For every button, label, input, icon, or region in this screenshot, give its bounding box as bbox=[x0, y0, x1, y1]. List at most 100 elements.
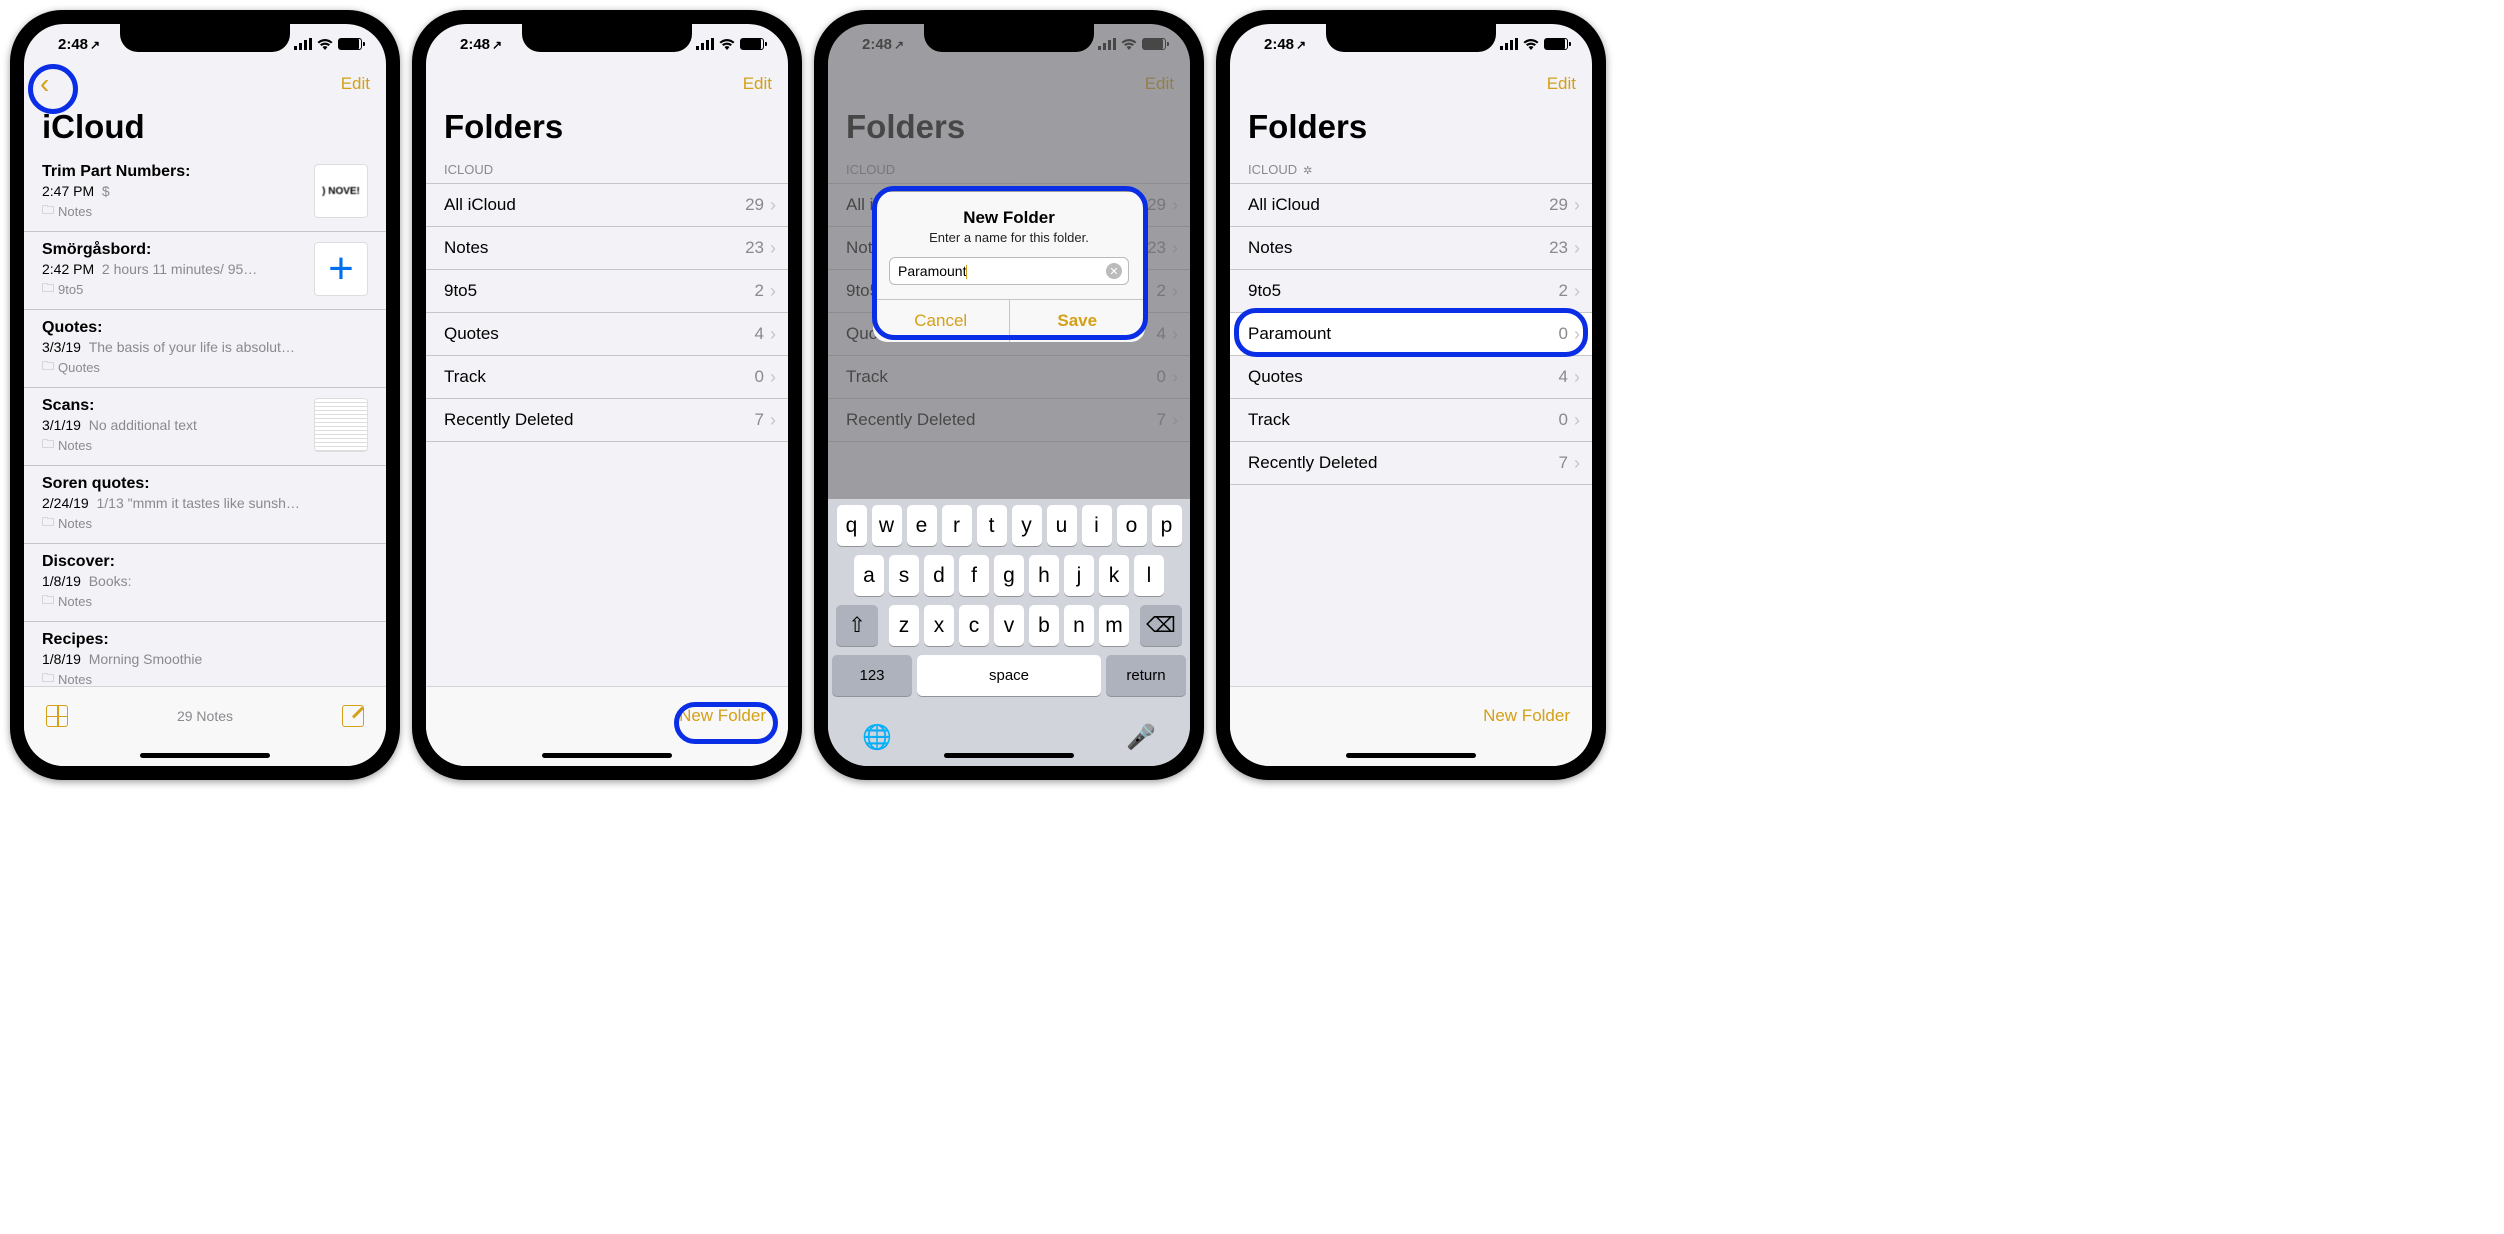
key-k[interactable]: k bbox=[1099, 555, 1129, 596]
folder-icon bbox=[42, 435, 54, 456]
note-row[interactable]: Scans:3/1/19 No additional text Notes bbox=[24, 387, 386, 465]
note-title: Discover: bbox=[42, 553, 368, 571]
note-row[interactable]: Discover:1/8/19 Books: Notes bbox=[24, 543, 386, 621]
folder-count: 2 bbox=[1559, 281, 1568, 301]
return-key[interactable]: return bbox=[1106, 655, 1186, 696]
key-r[interactable]: r bbox=[942, 505, 972, 546]
edit-button[interactable]: Edit bbox=[1547, 74, 1576, 94]
new-folder-button[interactable]: New Folder bbox=[1483, 706, 1570, 726]
key-s[interactable]: s bbox=[889, 555, 919, 596]
page-title: Folders bbox=[1230, 104, 1592, 154]
key-c[interactable]: c bbox=[959, 605, 989, 646]
alert-title: New Folder bbox=[873, 192, 1145, 230]
chevron-right-icon: › bbox=[770, 196, 776, 214]
key-j[interactable]: j bbox=[1064, 555, 1094, 596]
folder-row[interactable]: 9to52› bbox=[426, 269, 788, 312]
folder-row[interactable]: Track0› bbox=[1230, 398, 1592, 441]
key-h[interactable]: h bbox=[1029, 555, 1059, 596]
cancel-button[interactable]: Cancel bbox=[873, 300, 1010, 342]
key-i[interactable]: i bbox=[1082, 505, 1112, 546]
phone-2: 2:48 Edit Folders ICLOUD All iCloud29›No… bbox=[412, 10, 802, 780]
new-folder-button[interactable]: New Folder bbox=[679, 706, 766, 726]
compose-icon[interactable] bbox=[342, 705, 364, 727]
note-folder-label: Quotes bbox=[42, 357, 368, 378]
numbers-key[interactable]: 123 bbox=[832, 655, 912, 696]
back-button[interactable]: ‹ bbox=[34, 70, 55, 98]
folder-name: 9to5 bbox=[444, 281, 755, 301]
folder-row[interactable]: Quotes4› bbox=[426, 312, 788, 355]
key-n[interactable]: n bbox=[1064, 605, 1094, 646]
key-b[interactable]: b bbox=[1029, 605, 1059, 646]
edit-button[interactable]: Edit bbox=[743, 74, 772, 94]
folder-row[interactable]: All iCloud29 › bbox=[426, 183, 788, 226]
alert-message: Enter a name for this folder. bbox=[873, 230, 1145, 257]
folder-name: Paramount bbox=[1248, 324, 1559, 344]
folders-list: All iCloud29›Notes23›9to52›Paramount0›Qu… bbox=[1230, 183, 1592, 485]
key-g[interactable]: g bbox=[994, 555, 1024, 596]
folder-row[interactable]: Track0› bbox=[426, 355, 788, 398]
clear-input-icon[interactable]: ✕ bbox=[1106, 263, 1122, 279]
key-f[interactable]: f bbox=[959, 555, 989, 596]
note-row[interactable]: Soren quotes:2/24/19 1/13 "mmm it tastes… bbox=[24, 465, 386, 543]
note-folder-label: Notes bbox=[42, 591, 368, 612]
folder-row[interactable]: Recently Deleted7› bbox=[426, 398, 788, 442]
folder-row[interactable]: Notes23› bbox=[1230, 226, 1592, 269]
key-t[interactable]: t bbox=[977, 505, 1007, 546]
key-d[interactable]: d bbox=[924, 555, 954, 596]
key-q[interactable]: q bbox=[837, 505, 867, 546]
edit-button[interactable]: Edit bbox=[341, 74, 370, 94]
folder-count: 29 bbox=[745, 195, 764, 215]
home-indicator[interactable] bbox=[944, 753, 1074, 758]
note-title: Recipes: bbox=[42, 631, 368, 649]
home-indicator[interactable] bbox=[542, 753, 672, 758]
mic-icon[interactable]: 🎤 bbox=[1126, 723, 1156, 752]
folder-count: 4 bbox=[1559, 367, 1568, 387]
key-e[interactable]: e bbox=[907, 505, 937, 546]
phone-3: 2:48 Edit Folders ICLOUD All iCloud29›No… bbox=[814, 10, 1204, 780]
folder-row[interactable]: Quotes4 › bbox=[1230, 355, 1592, 398]
globe-icon[interactable]: 🌐 bbox=[862, 723, 892, 752]
folder-row[interactable]: Notes23› bbox=[426, 226, 788, 269]
gallery-view-icon[interactable] bbox=[46, 705, 68, 727]
folder-row[interactable]: All iCloud29› bbox=[1230, 183, 1592, 226]
home-indicator[interactable] bbox=[1346, 753, 1476, 758]
key-v[interactable]: v bbox=[994, 605, 1024, 646]
key-m[interactable]: m bbox=[1099, 605, 1129, 646]
shift-key[interactable]: ⇧ bbox=[836, 605, 878, 646]
folder-icon bbox=[42, 201, 54, 222]
keyboard[interactable]: qwertyuiop asdfghjkl ⇧ zxcvbnm ⌫ 123 spa… bbox=[828, 499, 1190, 766]
note-row[interactable]: Smörgåsbord:2:42 PM 2 hours 11 minutes/ … bbox=[24, 231, 386, 309]
section-header: ICLOUD bbox=[426, 154, 788, 183]
key-o[interactable]: o bbox=[1117, 505, 1147, 546]
backspace-key[interactable]: ⌫ bbox=[1140, 605, 1182, 646]
key-w[interactable]: w bbox=[872, 505, 902, 546]
folder-name-input[interactable]: Paramount ✕ bbox=[889, 257, 1129, 285]
note-row[interactable]: Trim Part Numbers:2:47 PM $ Notes) NOVE! bbox=[24, 154, 386, 231]
save-button[interactable]: Save bbox=[1010, 300, 1146, 342]
key-z[interactable]: z bbox=[889, 605, 919, 646]
key-a[interactable]: a bbox=[854, 555, 884, 596]
signal-icon bbox=[1500, 38, 1518, 50]
note-row[interactable]: Quotes:3/3/19 The basis of your life is … bbox=[24, 309, 386, 387]
wifi-icon bbox=[317, 38, 333, 50]
chevron-right-icon: › bbox=[1574, 368, 1580, 386]
note-subtitle: 3/1/19 No additional text bbox=[42, 417, 302, 433]
folder-name: Quotes bbox=[1248, 367, 1559, 387]
folder-name: Quotes bbox=[444, 324, 755, 344]
home-indicator[interactable] bbox=[140, 753, 270, 758]
space-key[interactable]: space bbox=[917, 655, 1101, 696]
folder-name: All iCloud bbox=[444, 195, 745, 215]
folder-row[interactable]: Recently Deleted7› bbox=[1230, 441, 1592, 485]
text-thumb: ) NOVE! bbox=[314, 164, 368, 218]
key-p[interactable]: p bbox=[1152, 505, 1182, 546]
key-u[interactable]: u bbox=[1047, 505, 1077, 546]
signal-icon bbox=[696, 38, 714, 50]
folder-row[interactable]: Paramount0› bbox=[1230, 312, 1592, 355]
plus-icon: + bbox=[328, 247, 354, 291]
note-subtitle: 2:47 PM $ bbox=[42, 183, 302, 199]
key-y[interactable]: y bbox=[1012, 505, 1042, 546]
key-l[interactable]: l bbox=[1134, 555, 1164, 596]
key-x[interactable]: x bbox=[924, 605, 954, 646]
chevron-right-icon: › bbox=[1574, 454, 1580, 472]
folder-row[interactable]: 9to52› bbox=[1230, 269, 1592, 312]
